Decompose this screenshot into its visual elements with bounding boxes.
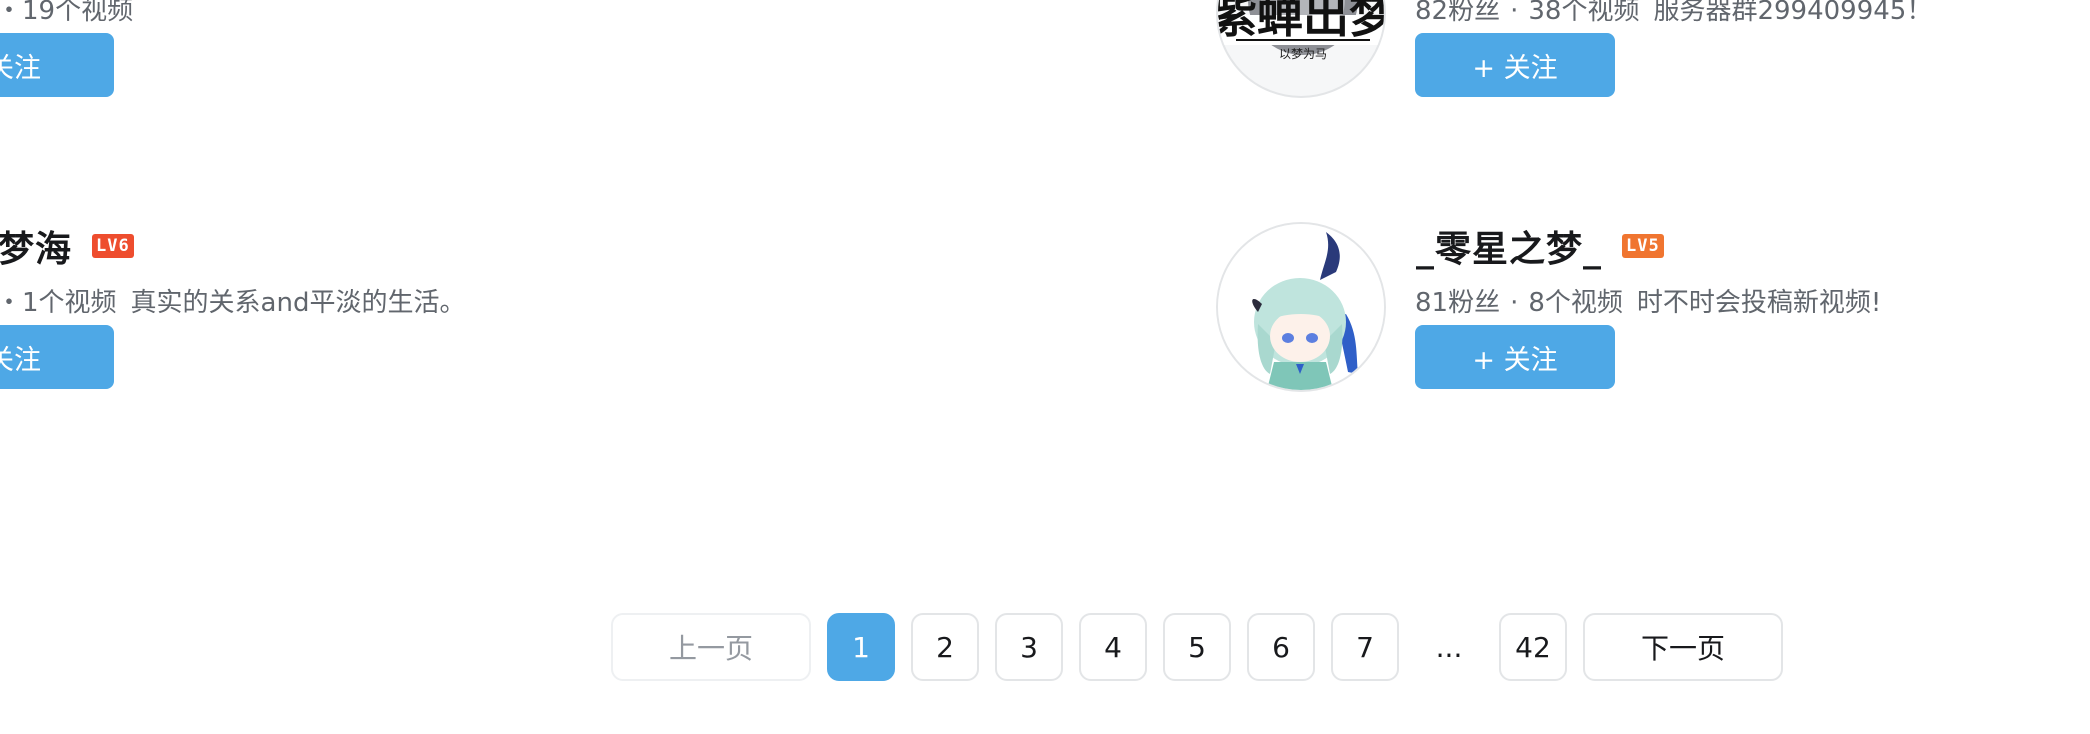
page-button-1[interactable]: 1 (827, 613, 895, 681)
user-name[interactable]: 梦海 (0, 220, 72, 272)
user-avatar[interactable]: 紫蝉出梦 以梦为马 (1216, 0, 1386, 98)
user-meta: 81粉丝 · 8个视频 时不时会投稿新视频! (1415, 282, 1881, 319)
page-button-7[interactable]: 7 (1331, 613, 1399, 681)
avatar-logo-image: 紫蝉出梦 以梦为马 (1218, 0, 1386, 61)
meta-separator: · (1510, 288, 1519, 318)
user-meta: 82粉丝 · 38个视频 服务器群299409945！ (1415, 0, 1932, 27)
user-name-row: _零星之梦_ LV5 (1416, 220, 1664, 272)
avatar-logo-subtext: 以梦为马 (1279, 47, 1327, 61)
follow-button-label: 关注 (0, 344, 41, 376)
video-count: 8个视频 (1528, 288, 1623, 318)
fans-count: 82粉丝 (1415, 0, 1501, 26)
level-badge: LV5 (1622, 234, 1664, 258)
follow-button-label: 关注 (0, 52, 41, 84)
page-button-2[interactable]: 2 (911, 613, 979, 681)
meta-separator: · (1510, 0, 1519, 26)
pagination-ellipsis: ... (1415, 613, 1483, 681)
user-sign: 真实的关系and平淡的生活。 (130, 288, 466, 318)
follow-button-label: + 关注 (1472, 344, 1558, 376)
page-button-3[interactable]: 3 (995, 613, 1063, 681)
avatar-anime-image (1218, 224, 1384, 390)
avatar-logo-text: 紫蝉出梦 (1218, 0, 1386, 43)
user-meta: ・1个视频 真实的关系and平淡的生活。 (0, 282, 465, 319)
fans-count: 81粉丝 (1415, 288, 1501, 318)
prev-page-button[interactable]: 上一页 (611, 613, 811, 681)
video-count: 38个视频 (1528, 0, 1640, 26)
user-avatar[interactable] (1216, 222, 1386, 392)
page-button-6[interactable]: 6 (1247, 613, 1315, 681)
follow-button-label: + 关注 (1472, 52, 1558, 84)
following-list-page: ・19个视频 关注 梦海 LV6 ・1个视频 真实的关系and平淡的生活。 关注 … (0, 0, 2090, 734)
follow-button[interactable]: 关注 (0, 325, 114, 389)
user-name[interactable]: _零星之梦_ (1416, 220, 1602, 272)
user-name-row: 梦海 LV6 (0, 220, 134, 272)
page-button-last[interactable]: 42 (1499, 613, 1567, 681)
page-button-4[interactable]: 4 (1079, 613, 1147, 681)
next-page-button[interactable]: 下一页 (1583, 613, 1783, 681)
level-badge: LV6 (92, 234, 134, 258)
follow-button[interactable]: + 关注 (1415, 33, 1615, 97)
pagination: 上一页 1 2 3 4 5 6 7 ... 42 下一页 (611, 613, 1783, 681)
user-sign: 时不时会投稿新视频! (1636, 288, 1882, 318)
follow-button[interactable]: 关注 (0, 33, 114, 97)
follow-button[interactable]: + 关注 (1415, 325, 1615, 389)
video-count: ・1个视频 (0, 288, 117, 318)
user-meta: ・19个视频 (0, 0, 134, 26)
user-sign: 服务器群299409945！ (1653, 0, 1933, 26)
page-button-5[interactable]: 5 (1163, 613, 1231, 681)
